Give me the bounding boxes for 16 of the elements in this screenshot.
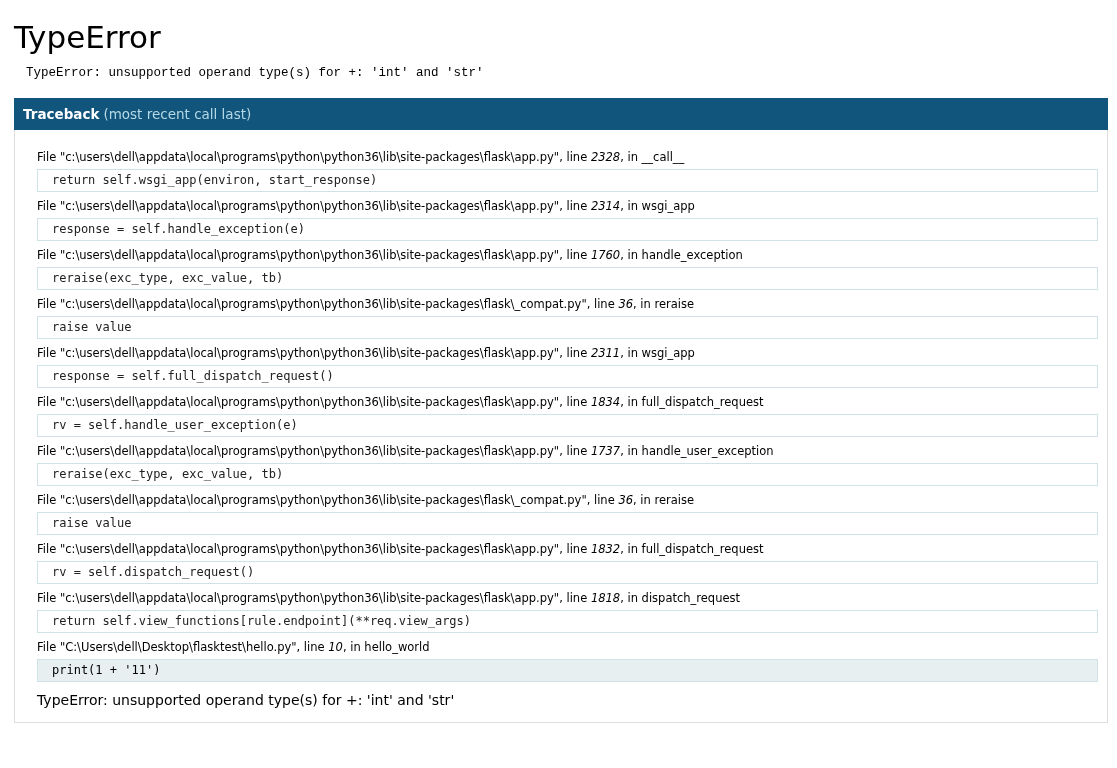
frame-location: File "c:\users\dell\appdata\local\programs\python\python36\lib\site-packages\flask\app.py", line 2328, in __call__: [37, 149, 686, 166]
frame-location: File "c:\users\dell\appdata\local\programs\python\python36\lib\site-packages\flask\_compat.py", line 36, in reraise: [37, 296, 696, 313]
frame-location: File "c:\users\dell\appdata\local\programs\python\python36\lib\site-packages\flask\app.py", line 1834, in full_dispatch_request: [37, 394, 765, 411]
frame-location: File "c:\users\dell\appdata\local\programs\python\python36\lib\site-packages\flask\app.py", line 1832, in full_dispatch_request: [37, 541, 765, 558]
exception-message: TypeError: unsupported operand type(s) for +: 'int' and 'str': [37, 691, 456, 710]
traceback-note: (most recent call last): [103, 106, 252, 122]
error-summary: TypeError: unsupported operand type(s) for +: 'int' and 'str': [26, 65, 485, 82]
traceback-title: Traceback: [23, 106, 100, 122]
frame-location: File "c:\users\dell\appdata\local\programs\python\python36\lib\site-packages\flask\app.py", line 1818, in dispatch_request: [37, 590, 742, 607]
page-title: TypeError: [14, 18, 161, 57]
frame-location: File "c:\users\dell\appdata\local\programs\python\python36\lib\site-packages\flask\app.py", line 2311, in wsgi_app: [37, 345, 696, 362]
frame-location: File "C:\Users\dell\Desktop\flasktest\hello.py", line 10, in hello_world: [37, 639, 431, 656]
frame-location: File "c:\users\dell\appdata\local\programs\python\python36\lib\site-packages\flask\_compat.py", line 36, in reraise: [37, 492, 696, 509]
frame-location: File "c:\users\dell\appdata\local\programs\python\python36\lib\site-packages\flask\app.py", line 1737, in handle_user_exception: [37, 443, 775, 460]
frame-location: File "c:\users\dell\appdata\local\programs\python\python36\lib\site-packages\flask\app.py", line 2314, in wsgi_app: [37, 198, 696, 215]
frame-location: File "c:\users\dell\appdata\local\programs\python\python36\lib\site-packages\flask\app.py", line 1760, in handle_exception: [37, 247, 744, 264]
